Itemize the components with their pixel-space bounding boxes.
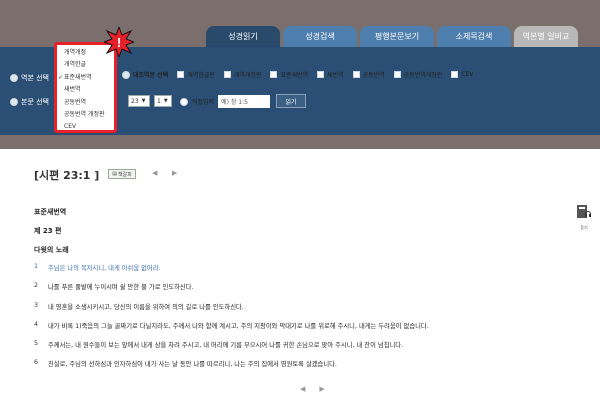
passage-select-row[interactable]: 본문 선택 — [10, 97, 49, 107]
version-select-row[interactable]: 역본 선택 — [10, 73, 49, 83]
verse-text: 주께서는, 내 원수들이 보는 앞에서 내게 상을 차려 주시고, 내 머리에 … — [48, 342, 404, 350]
bottom-chapter-nav: ◀ ▶ — [300, 385, 325, 393]
version-select-label: 역본 선택 — [21, 74, 49, 82]
bookmark-button[interactable]: ▤ 책갈피 — [108, 169, 136, 179]
direct-input-field[interactable]: 예) 창 1:5 — [218, 95, 271, 108]
verse-text: 진실로, 주님의 선하심과 인자하심이 내가 사는 날 동안 나를 따르리니, … — [48, 361, 337, 369]
reader-content: [시편 23:1 ] ▤ 책갈피 ◀ ▶ 듣기 표준새번역 제 23 편 다윗의… — [0, 149, 600, 406]
passage-select-label: 본문 선택 — [21, 98, 49, 106]
dropdown-item[interactable]: 공동번역 개정판 — [57, 109, 114, 121]
verse-list: 1 주님은 나의 목자시니, 내게 아쉬움 없어라. 2 나를 푸른 풀밭에 누… — [34, 263, 574, 379]
verse-number: 4 — [34, 320, 39, 328]
next-chapter-icon[interactable]: ▶ — [172, 169, 177, 177]
verse-row[interactable]: 4 내가 비록 1)죽음의 그늘 골짜기로 다닐지라도, 주께서 나와 함께 계… — [34, 321, 574, 340]
dropdown-item[interactable]: CEV — [57, 121, 114, 133]
compare-item[interactable]: 공동번역 — [352, 70, 385, 79]
verse-row[interactable]: 1 주님은 나의 목자시니, 내게 아쉬움 없어라. — [34, 263, 574, 282]
compare-label-row[interactable]: 대조역본 선택 — [122, 70, 168, 79]
reference-title: [시편 23:1 ] — [34, 169, 100, 182]
direct-input-row: 직접입력 예) 창 1:5 — [180, 95, 271, 108]
compare-version-label: 공동번역 — [362, 72, 385, 79]
prev-chapter-icon[interactable]: ◀ — [152, 169, 157, 177]
alert-burst-shape: ! — [102, 25, 136, 59]
dropdown-item[interactable]: 새번역 — [57, 84, 114, 96]
verse-text: 내가 비록 1)죽음의 그늘 골짜기로 다닐지라도, 주께서 나와 함께 계시고… — [48, 322, 429, 330]
compare-version-label: 표준새번역 — [280, 72, 309, 79]
chapter-select[interactable]: 23 ▼ — [128, 95, 150, 107]
tab-subtitle-search[interactable]: 소제목검색 — [437, 26, 511, 47]
verse-number: 6 — [34, 359, 39, 367]
verse-number: 2 — [34, 282, 39, 290]
compare-item[interactable]: 공동번역개정판 — [393, 70, 443, 79]
verse-number: 1 — [34, 263, 39, 270]
chapter-value: 23 — [131, 97, 139, 105]
toolbar-bottom-band — [0, 135, 600, 149]
verse-text: 주님은 나의 목자시니, 내게 아쉬움 없어라. — [48, 265, 161, 272]
direct-input-label: 직접입력 — [192, 99, 215, 106]
checkbox[interactable] — [352, 71, 360, 78]
verse-row[interactable]: 2 나를 푸른 풀밭에 누이시며 쉴 만한 물 가로 인도하신다. — [34, 282, 574, 301]
listen-label: 듣기 — [580, 225, 588, 230]
bookmark-label: 책갈피 — [117, 171, 132, 178]
prev-chapter-bottom-icon[interactable]: ◀ — [300, 385, 305, 393]
passage-radio[interactable] — [10, 98, 18, 106]
verse-text: 내 영혼을 소생시키시고, 당신의 이름을 위하여 의의 길로 나를 인도하신다… — [48, 303, 244, 311]
passage-selects: 23 ▼ 1 ▼ — [128, 95, 172, 107]
audio-book-icon — [577, 205, 591, 218]
compare-item[interactable]: 표준새번역 — [270, 70, 308, 79]
dropdown-item-label: 표준새번역 — [64, 73, 92, 81]
tab-version-compare[interactable]: 역본별 일비교 — [514, 26, 578, 47]
checkbox[interactable] — [317, 71, 325, 78]
verse-number: 5 — [34, 340, 39, 348]
top-bar: 성경읽기 성경검색 평행본문보기 소제목검색 역본별 일비교 — [0, 0, 600, 47]
verse-select[interactable]: 1 ▼ — [154, 95, 172, 107]
checkbox[interactable] — [451, 71, 459, 78]
compare-radio[interactable] — [122, 70, 130, 79]
check-icon: ✓ — [58, 73, 64, 81]
alert-mark: ! — [117, 35, 121, 50]
verse-number: 3 — [34, 301, 39, 309]
compare-label: 대조역본 선택 — [133, 72, 169, 79]
checkbox[interactable] — [177, 71, 185, 78]
tab-bible-search[interactable]: 성경검색 — [283, 26, 357, 47]
chevron-down-icon: ▼ — [141, 98, 146, 104]
verse-value: 1 — [157, 97, 161, 105]
dropdown-item[interactable]: 공동번역 — [57, 97, 114, 109]
compare-version-label: CEV — [461, 71, 474, 78]
verse-text: 나를 푸른 풀밭에 누이시며 쉴 만한 물 가로 인도하신다. — [48, 284, 194, 292]
chapter-label: 제 23 편 — [34, 227, 62, 235]
verse-row[interactable]: 5 주께서는, 내 원수들이 보는 앞에서 내게 상을 차려 주시고, 내 머리… — [34, 340, 574, 359]
verse-row[interactable]: 6 진실로, 주님의 선하심과 인자하심이 내가 사는 날 동안 나를 따르리니… — [34, 359, 574, 378]
direct-input-radio[interactable] — [180, 97, 188, 106]
compare-item[interactable]: 개역개정판 — [223, 70, 262, 79]
next-chapter-bottom-icon[interactable]: ▶ — [319, 385, 324, 393]
compare-version-label: 개역한글판 — [187, 72, 215, 79]
checkbox[interactable] — [270, 71, 278, 78]
alert-icon: ! — [102, 25, 136, 59]
tab-bar: 성경읽기 성경검색 평행본문보기 소제목검색 역본별 일비교 — [206, 26, 578, 47]
compare-item[interactable]: CEV — [451, 71, 473, 78]
chevron-down-icon: ▼ — [163, 98, 168, 104]
tab-parallel[interactable]: 평행본문보기 — [360, 26, 434, 47]
compare-item[interactable]: 새번역 — [317, 70, 344, 79]
compare-version-label: 공동번역개정판 — [403, 72, 443, 79]
version-name: 표준새번역 — [34, 208, 67, 216]
read-button[interactable]: 읽기 — [276, 94, 306, 108]
listen-button[interactable]: 듣기 — [576, 204, 592, 231]
checkbox[interactable] — [393, 71, 401, 78]
compare-versions: 대조역본 선택 개역한글판 개역개정판 표준새번역 새번역 공동번역 공동번역개… — [122, 70, 473, 79]
compare-item[interactable]: 개역한글판 — [177, 70, 215, 79]
checkbox[interactable] — [223, 71, 231, 78]
tab-bible-read[interactable]: 성경읽기 — [206, 26, 280, 47]
verse-row[interactable]: 3 내 영혼을 소생시키시고, 당신의 이름을 위하여 의의 길로 나를 인도하… — [34, 302, 574, 321]
version-radio[interactable] — [10, 74, 18, 82]
dropdown-item-selected[interactable]: ✓ 표준새번역 — [57, 72, 114, 84]
psalm-title: 다윗의 노래 — [34, 246, 69, 254]
bookmark-icon: ▤ — [112, 171, 117, 177]
compare-version-label: 개역개정판 — [233, 72, 262, 79]
compare-version-label: 새번역 — [327, 72, 344, 79]
dropdown-item[interactable]: 개역한글 — [57, 59, 114, 71]
